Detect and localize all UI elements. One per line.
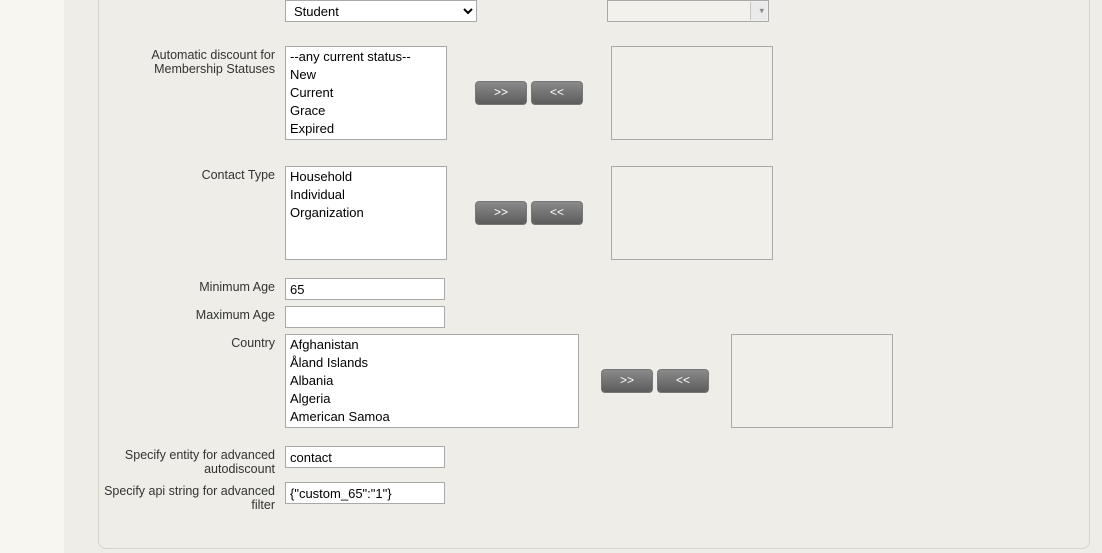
contact-type-label: Contact Type — [100, 166, 285, 182]
list-item[interactable]: Albania — [288, 372, 576, 390]
top-right-disabled-select: ▾ — [607, 0, 769, 22]
country-move-left-button[interactable]: << — [657, 369, 709, 393]
list-item[interactable]: --any current status-- — [288, 48, 444, 66]
contact-type-move-right-button[interactable]: >> — [475, 201, 527, 225]
contact-type-source-list[interactable]: HouseholdIndividualOrganization — [285, 166, 447, 260]
list-item[interactable]: New — [288, 66, 444, 84]
list-item[interactable]: Current — [288, 84, 444, 102]
api-string-label: Specify api string for advanced filter — [100, 482, 285, 512]
membership-move-right-button[interactable]: >> — [475, 81, 527, 105]
membership-statuses-source-list[interactable]: --any current status--NewCurrentGraceExp… — [285, 46, 447, 140]
minimum-age-label: Minimum Age — [100, 278, 285, 294]
list-item[interactable]: Åland Islands — [288, 354, 576, 372]
country-source-list[interactable]: AfghanistanÅland IslandsAlbaniaAlgeriaAm… — [285, 334, 579, 428]
maximum-age-input[interactable] — [285, 306, 445, 328]
minimum-age-input[interactable] — [285, 278, 445, 300]
list-item[interactable]: Organization — [288, 204, 444, 222]
contact-type-move-left-button[interactable]: << — [531, 201, 583, 225]
chevron-down-icon: ▾ — [759, 6, 764, 17]
list-item[interactable]: Afghanistan — [288, 336, 576, 354]
contact-type-target-list[interactable] — [611, 166, 773, 260]
list-item[interactable]: Algeria — [288, 390, 576, 408]
entity-label: Specify entity for advanced autodiscount — [100, 446, 285, 476]
country-move-right-button[interactable]: >> — [601, 369, 653, 393]
membership-statuses-target-list[interactable] — [611, 46, 773, 140]
membership-move-left-button[interactable]: << — [531, 81, 583, 105]
list-item[interactable]: Expired — [288, 120, 444, 138]
list-item[interactable]: Household — [288, 168, 444, 186]
entity-input[interactable] — [285, 446, 445, 468]
list-item[interactable]: American Samoa — [288, 408, 576, 426]
membership-statuses-label: Automatic discount for Membership Status… — [100, 46, 285, 76]
api-string-input[interactable] — [285, 482, 445, 504]
country-label: Country — [100, 334, 285, 350]
list-item[interactable]: Individual — [288, 186, 444, 204]
maximum-age-label: Maximum Age — [100, 306, 285, 322]
top-dropdown[interactable]: Student — [285, 0, 477, 22]
list-item[interactable]: Grace — [288, 102, 444, 120]
country-target-list[interactable] — [731, 334, 893, 428]
